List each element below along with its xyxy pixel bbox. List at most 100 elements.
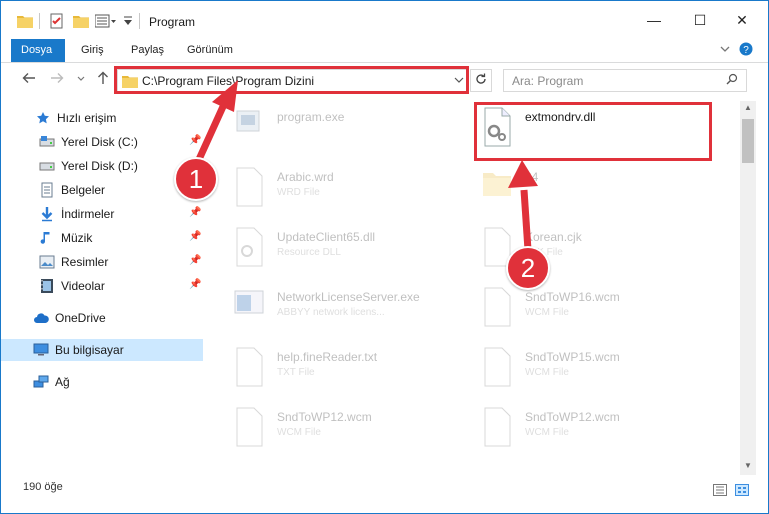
sidebar-item-label: İndirmeler [61,207,115,221]
sidebar-item-label: Bu bilgisayar [55,343,124,357]
file-icon [233,167,265,207]
file-item[interactable]: NetworkLicenseServer.exe ABBYY network l… [207,283,447,331]
sidebar-item-onedrive[interactable]: OneDrive [1,307,203,329]
status-bar: 190 öğe [1,477,768,501]
drive-icon [39,134,55,150]
cloud-icon [33,310,49,326]
file-type: Resource DLL [277,247,341,258]
file-item[interactable]: UpdateClient65.dll Resource DLL [207,223,447,271]
file-name: help.fineReader.txt [277,350,378,364]
sidebar-item-local-disk-c[interactable]: Yerel Disk (C:) 📌 [1,131,203,153]
pin-icon[interactable]: 📌 [189,231,201,242]
file-item[interactable]: program.exe [207,103,447,151]
large-icons-view-icon[interactable] [735,484,749,496]
pin-icon[interactable]: 📌 [189,135,201,146]
view-options-icon[interactable] [95,11,117,31]
file-icon [233,347,265,387]
refresh-icon [475,73,487,88]
drive-icon [39,158,55,174]
sidebar-item-label: Yerel Disk (D:) [61,159,138,173]
file-name: Arabic.wrd [277,170,334,184]
file-item[interactable]: SndToWP15.wcm WCM File [455,343,695,391]
properties-icon[interactable] [49,11,65,31]
dll-file-icon [233,227,265,267]
recent-locations-icon[interactable] [71,70,91,90]
address-dropdown-icon[interactable] [454,73,464,90]
file-icon [233,407,265,447]
file-item-extmondrv[interactable]: extmondrv.dll [455,103,695,151]
sidebar-item-documents[interactable]: Belgeler [1,179,203,201]
file-item[interactable]: Korean.cjk CJK File [455,223,695,271]
tab-paylas[interactable]: Paylaş [121,39,174,62]
file-item[interactable]: SndToWP12.wcm WCM File [207,403,447,451]
customize-toolbar-icon[interactable] [123,11,133,31]
svg-text:?: ? [743,45,749,56]
network-icon [33,374,49,390]
folder-icon [481,167,513,207]
sidebar-item-label: Belgeler [61,183,106,197]
folder-icon [122,74,138,91]
file-name: program.exe [277,110,345,124]
pin-icon[interactable]: 📌 [189,207,201,218]
chevron-down-icon[interactable] [719,43,731,58]
close-button[interactable]: ✕ [719,1,765,39]
sidebar-item-videos[interactable]: Videolar 📌 [1,275,203,297]
sidebar-item-quick-access[interactable]: Hızlı erişim [1,107,203,129]
navigation-pane: Hızlı erişim Yerel Disk (C:) 📌 Yerel Dis… [1,101,205,475]
refresh-button[interactable] [470,69,492,92]
folder-item[interactable]: 64 [455,163,695,211]
file-type: ABBYY network licens... [277,307,385,318]
sidebar-item-network[interactable]: Ağ [1,371,203,393]
new-folder-icon[interactable] [73,11,89,31]
file-icon [481,287,513,327]
sidebar-item-music[interactable]: Müzik 📌 [1,227,203,249]
search-icon[interactable] [726,73,738,88]
file-name: NetworkLicenseServer.exe [277,290,420,304]
tab-giris[interactable]: Giriş [71,39,114,62]
sidebar-item-label: Videolar [61,279,105,293]
file-type: WCM File [525,367,569,378]
sidebar-item-this-pc[interactable]: Bu bilgisayar [1,339,203,361]
address-path[interactable]: C:\Program Files\Program Dizini [142,74,314,88]
dll-file-icon [481,107,513,147]
scroll-down-icon[interactable]: ▼ [740,461,756,475]
scrollbar-thumb[interactable] [742,119,754,163]
tab-dosya[interactable]: Dosya [11,39,65,62]
search-input[interactable]: Ara: Program [503,69,747,92]
sidebar-item-label: Hızlı erişim [57,111,117,125]
sidebar-item-label: Ağ [55,375,70,389]
address-bar[interactable]: C:\Program Files\Program Dizini [117,69,469,92]
item-count: 190 öğe [23,481,63,493]
sidebar-item-label: OneDrive [55,311,106,325]
file-item[interactable]: SndToWP12.wcm WCM File [455,403,695,451]
file-type: TXT File [277,367,315,378]
file-name: 64 [525,170,539,184]
details-view-icon[interactable] [713,484,727,496]
window-title: Program [149,15,196,29]
vertical-scrollbar[interactable]: ▲ ▼ [740,101,756,475]
up-arrow-icon[interactable] [93,70,113,90]
file-type: WCM File [277,427,321,438]
pin-icon[interactable]: 📌 [189,255,201,266]
minimize-icon: — [647,12,661,28]
file-item[interactable]: help.fineReader.txt TXT File [207,343,447,391]
file-item[interactable]: Arabic.wrd WRD File [207,163,447,211]
help-icon[interactable]: ? [739,42,753,59]
sidebar-item-pictures[interactable]: Resimler 📌 [1,251,203,273]
minimize-button[interactable]: — [631,1,677,39]
scroll-up-icon[interactable]: ▲ [740,103,756,117]
sidebar-item-downloads[interactable]: İndirmeler 📌 [1,203,203,225]
music-icon [39,230,55,246]
pin-icon[interactable]: 📌 [189,279,201,290]
file-list: program.exe extmondrv.dll Arabic.wrd WRD… [207,101,739,475]
documents-icon [39,182,55,198]
file-item[interactable]: SndToWP16.wcm WCM File [455,283,695,331]
back-arrow-icon[interactable] [19,70,39,90]
tab-gorunum[interactable]: Görünüm [177,39,243,62]
maximize-button[interactable]: ☐ [677,1,723,39]
forward-arrow-icon[interactable] [47,70,67,90]
folder-icon[interactable] [17,11,33,31]
exe-icon [233,107,265,147]
sidebar-item-local-disk-d[interactable]: Yerel Disk (D:) [1,155,203,177]
file-name: UpdateClient65.dll [277,230,376,244]
